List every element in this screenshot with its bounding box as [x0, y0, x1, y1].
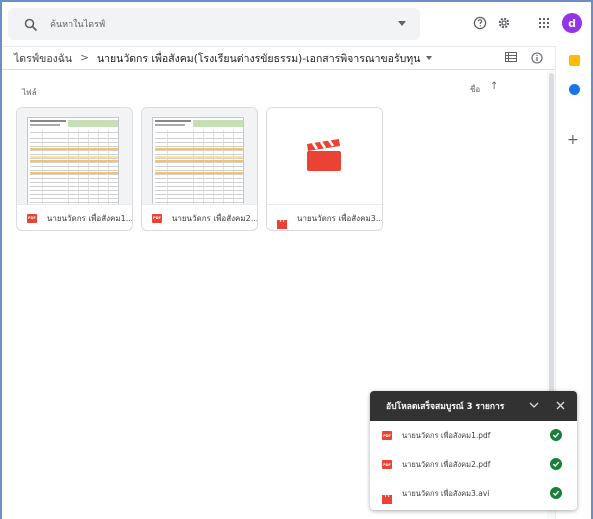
file-card-1[interactable]: PDF นายนวัดกร เพื่อสังคม1...: [16, 107, 133, 231]
folder-menu-caret-icon[interactable]: [426, 56, 433, 60]
pdf-file-icon: PDF: [27, 213, 37, 223]
sort-by-name[interactable]: ชื่อ: [470, 83, 480, 96]
file-card-3[interactable]: นายนวัดกร เพื่อสังคม3...: [266, 107, 383, 231]
breadcrumb-my-drive[interactable]: ไดรฟ์ของฉัน: [14, 50, 72, 67]
account-avatar[interactable]: d: [562, 13, 582, 33]
help-icon[interactable]: [471, 14, 489, 32]
upload-status-panel: อัปโหลดเสร็จสมบูรณ์ 3 รายการ PDF นายนวัด…: [370, 391, 577, 510]
search-input[interactable]: ค้นหาในไดรฟ์: [50, 17, 105, 31]
breadcrumb: ไดรฟ์ของฉัน > นายนวัดกร เพื่อสังคม(โรงเร…: [2, 46, 555, 70]
settings-icon[interactable]: [495, 14, 513, 32]
upload-success-check-icon: [550, 429, 562, 441]
file-card-2[interactable]: PDF นายนวัดกร เพื่อสังคม2...: [141, 107, 258, 231]
file-thumbnail-3: [267, 108, 382, 205]
apps-grid-icon[interactable]: [535, 14, 553, 32]
add-addon-icon[interactable]: +: [567, 132, 579, 148]
upload-item-name-3: นายนวัดกร เพื่อสังคม3.avi: [402, 488, 490, 498]
search-options-dropdown-icon[interactable]: [398, 21, 406, 26]
files-section-label: ไฟล์: [22, 88, 37, 97]
close-icon[interactable]: [554, 399, 566, 411]
upload-panel-title: อัปโหลดเสร็จสมบูรณ์ 3 รายการ: [386, 402, 505, 412]
search-bar[interactable]: ค้นหาในไดรฟ์: [8, 8, 420, 40]
sort-direction-icon[interactable]: ↑: [490, 81, 498, 92]
video-clapper-icon: [307, 139, 341, 171]
breadcrumb-current-folder[interactable]: นายนวัดกร เพื่อสังคม(โรงเรียนต่างรขัยธรร…: [97, 50, 420, 67]
top-bar: ค้นหาในไดรฟ์ d: [2, 2, 591, 46]
keep-icon[interactable]: [569, 55, 580, 66]
upload-item-name-1: นายนวัดกร เพื่อสังคม1.pdf: [402, 430, 491, 440]
details-info-icon[interactable]: [531, 52, 543, 67]
upload-item-name-2: นายนวัดกร เพื่อสังคม2.pdf: [402, 459, 491, 469]
upload-item-3[interactable]: นายนวัดกร เพื่อสังคม3.avi: [370, 479, 577, 508]
drive-window: ค้นหาในไดรฟ์ d ไดรฟ์ของฉัน > นายนวัดกร เ…: [2, 2, 591, 519]
file-card-footer-3: นายนวัดกร เพื่อสังคม3...: [267, 205, 382, 230]
file-name-2: นายนวัดกร เพื่อสังคม2...: [171, 213, 257, 223]
search-icon[interactable]: [24, 17, 38, 32]
file-thumbnail-1: [17, 108, 132, 205]
file-name-3: นายนวัดกร เพื่อสังคม3...: [297, 213, 382, 223]
file-thumbnail-2: [142, 108, 257, 205]
pdf-file-icon: PDF: [382, 460, 392, 469]
file-card-footer-1: PDF นายนวัดกร เพื่อสังคม1...: [17, 205, 132, 230]
pdf-file-icon: PDF: [382, 431, 392, 440]
spreadsheet-preview: [27, 117, 119, 204]
video-file-icon: [382, 489, 392, 504]
upload-item-1[interactable]: PDF นายนวัดกร เพื่อสังคม1.pdf: [370, 421, 577, 450]
upload-success-check-icon: [550, 487, 562, 499]
upload-panel-header: อัปโหลดเสร็จสมบูรณ์ 3 รายการ: [370, 391, 577, 421]
pdf-file-icon: PDF: [152, 213, 162, 223]
file-name-1: นายนวัดกร เพื่อสังคม1...: [46, 213, 132, 223]
file-card-footer-2: PDF นายนวัดกร เพื่อสังคม2...: [142, 205, 257, 230]
upload-item-2[interactable]: PDF นายนวัดกร เพื่อสังคม2.pdf: [370, 450, 577, 479]
video-file-icon: [277, 214, 287, 229]
spreadsheet-preview: [152, 117, 244, 204]
collapse-chevron-icon[interactable]: [528, 399, 540, 411]
list-view-icon[interactable]: [505, 52, 517, 65]
upload-success-check-icon: [550, 458, 562, 470]
tasks-icon[interactable]: [569, 84, 580, 95]
breadcrumb-separator: >: [80, 52, 89, 64]
